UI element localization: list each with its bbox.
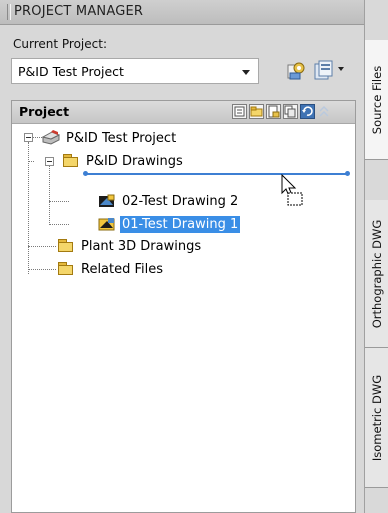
tree-line — [49, 166, 50, 225]
project-menu-button[interactable] — [312, 58, 346, 84]
project-tree: P&ID Test Project P&ID Drawings 02-Test … — [12, 124, 355, 512]
tab-orthographic-dwg[interactable]: Orthographic DWG — [365, 200, 388, 348]
tree-node-label: 02-Test Drawing 2 — [122, 193, 239, 209]
title-bar: PROJECT MANAGER — [0, 0, 364, 25]
drag-insert-marker — [83, 171, 88, 176]
tree-node-drawing-2[interactable]: 02-Test Drawing 2 — [98, 191, 240, 211]
current-project-value: P&ID Test Project — [18, 64, 124, 79]
tree-line — [32, 137, 42, 138]
tree-line — [49, 201, 69, 202]
drawing-icon — [98, 216, 116, 232]
collapse-icon[interactable] — [317, 104, 332, 119]
side-tab-strip: Source Files Orthographic DWG Isometric … — [364, 0, 388, 513]
folder-icon — [57, 261, 75, 277]
tab-source-files[interactable]: Source Files — [365, 40, 388, 160]
project-panel: Project P&ID Test Project P&ID Drawings … — [11, 100, 356, 513]
current-project-label: Current Project: — [13, 37, 107, 51]
tree-node-label: 01-Test Drawing 1 — [120, 215, 241, 233]
tree-node-label: Related Files — [81, 261, 164, 277]
tree-node-root[interactable]: P&ID Test Project — [41, 128, 178, 148]
project-manager-body: Current Project: P&ID Test Project Proje… — [0, 25, 364, 513]
properties-icon[interactable] — [232, 104, 247, 119]
project-settings-button[interactable] — [283, 58, 309, 84]
tree-node-plant3d-drawings[interactable]: Plant 3D Drawings — [57, 236, 203, 256]
collapse-toggle[interactable] — [24, 133, 33, 142]
project-settings-icon — [287, 62, 305, 80]
tree-line — [28, 161, 34, 162]
drag-insert-marker — [345, 171, 350, 176]
panel-title: Project — [19, 104, 70, 119]
folder-icon — [62, 153, 80, 169]
folder-icon — [57, 238, 75, 254]
drag-insert-indicator — [85, 173, 349, 175]
collapse-toggle[interactable] — [45, 157, 54, 166]
project-icon — [41, 130, 61, 146]
tree-node-pid-drawings[interactable]: P&ID Drawings — [62, 151, 185, 171]
new-folder-icon[interactable] — [249, 104, 264, 119]
tab-isometric-dwg[interactable]: Isometric DWG — [365, 348, 388, 488]
drawing-icon — [98, 193, 116, 209]
tree-line — [28, 269, 56, 270]
tree-line — [28, 246, 56, 247]
tree-line — [49, 224, 69, 225]
chevron-down-icon[interactable] — [242, 70, 250, 75]
tree-node-drawing-1[interactable]: 01-Test Drawing 1 — [98, 214, 241, 234]
current-project-combo[interactable]: P&ID Test Project — [11, 58, 259, 84]
window-title: PROJECT MANAGER — [14, 4, 144, 19]
new-drawing-icon[interactable] — [266, 104, 281, 119]
refresh-icon[interactable] — [300, 104, 315, 119]
tree-node-related-files[interactable]: Related Files — [57, 259, 165, 279]
chevron-down-icon — [338, 67, 344, 71]
tab-label: Source Files — [370, 65, 384, 134]
tab-label: Orthographic DWG — [370, 219, 384, 328]
panel-toolbar — [232, 104, 332, 120]
tree-node-label: Plant 3D Drawings — [81, 238, 202, 254]
project-panel-header: Project — [12, 101, 355, 124]
copy-icon[interactable] — [283, 104, 298, 119]
tab-label: Isometric DWG — [370, 374, 384, 461]
tree-node-label: P&ID Test Project — [66, 130, 177, 146]
tree-node-label: P&ID Drawings — [86, 153, 183, 169]
project-menu-icon — [314, 60, 333, 80]
drag-grip[interactable] — [7, 4, 11, 20]
drag-cursor-icon — [281, 174, 303, 206]
